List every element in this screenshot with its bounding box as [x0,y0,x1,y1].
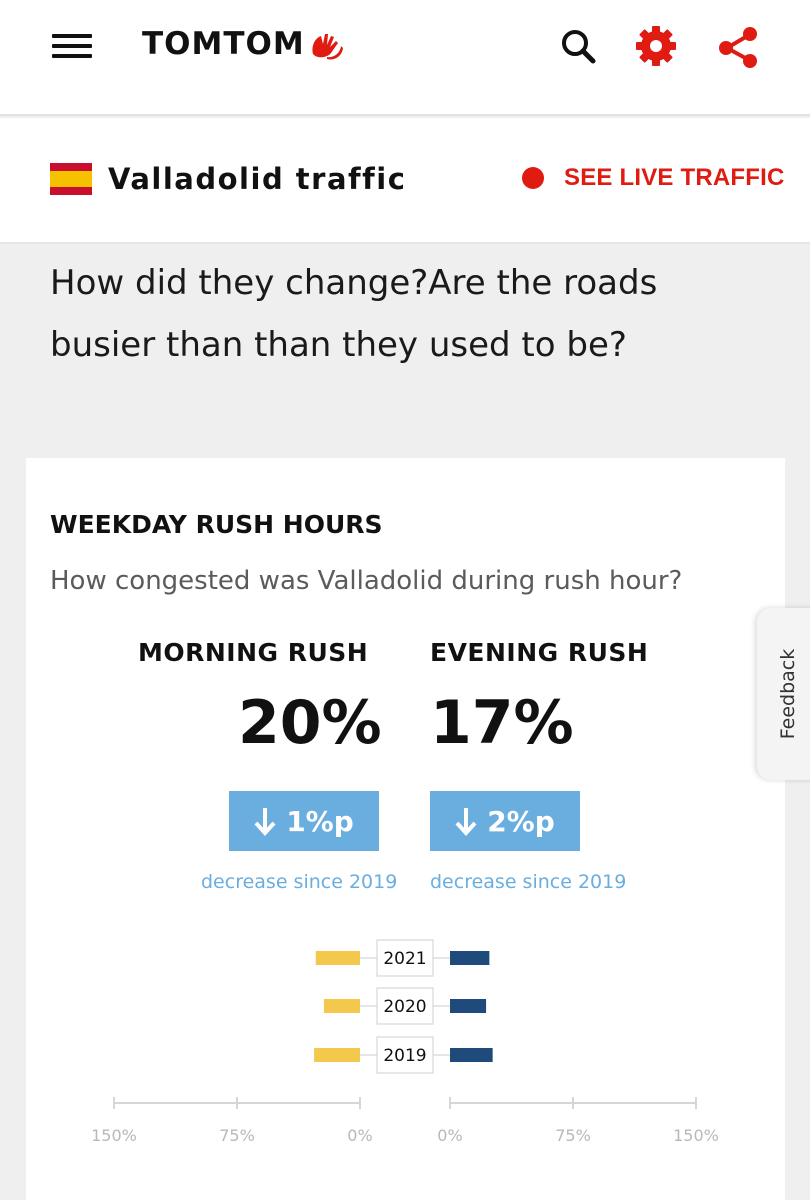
morning-change-badge: 1%p [229,791,379,851]
card-subtitle: How congested was Valladolid during rush… [50,566,683,596]
axis-tick-label: 75% [555,1126,591,1145]
search-icon[interactable] [556,24,600,68]
share-icon[interactable] [716,24,760,68]
tomtom-logo[interactable]: TOMTOM [142,24,347,64]
axis-tick-label: 0% [347,1126,372,1145]
evening-change-note: decrease since 2019 [430,871,627,893]
morning-bar [315,951,360,965]
evening-change-badge: 2%p [430,791,580,851]
top-header: TOMTOM [0,0,810,116]
evening-rush-label: EVENING RUSH [430,638,649,667]
evening-bar [450,999,487,1013]
spain-flag-icon [50,163,92,195]
axis-tick-label: 150% [673,1126,719,1145]
city-title: Valladolid traffic [108,162,407,196]
morning-rush-label: MORNING RUSH [138,638,369,667]
down-arrow-icon [254,808,276,836]
evening-bar [450,1048,493,1062]
morning-bar [314,1048,360,1062]
morning-change-value: 1%p [286,804,354,838]
gear-icon[interactable] [634,24,678,68]
see-live-traffic-link[interactable]: SEE LIVE TRAFFIC [522,163,785,193]
feedback-label: Feedback [777,648,799,740]
down-arrow-icon [455,808,477,836]
evening-rush-value: 17% [430,688,574,758]
feedback-tab[interactable]: Feedback [757,608,810,780]
axis-tick-label: 75% [219,1126,255,1145]
logo-text: TOMTOM [142,26,305,62]
axis-tick-label: 0% [437,1126,462,1145]
hamburger-menu-icon[interactable] [52,32,94,60]
morning-bar [323,999,360,1013]
axis-tick-label: 150% [91,1126,137,1145]
section-question: How did they change?Are the roads busier… [50,263,658,365]
tomtom-hands-icon [312,34,343,60]
evening-bar [450,951,490,965]
rush-comparison-chart: 2021 2020 2019 150% 75% 0% 0% 75% 150% [91,939,719,1145]
live-traffic-label: SEE LIVE TRAFFIC [564,164,785,191]
live-dot-icon [522,167,544,189]
morning-rush-value: 20% [238,688,382,758]
rush-hours-card: WEEKDAY RUSH HOURS How congested was Val… [26,458,785,1200]
card-title: WEEKDAY RUSH HOURS [50,510,383,539]
year-label: 2019 [383,1046,426,1066]
evening-change-value: 2%p [487,804,555,838]
year-label: 2021 [383,949,426,969]
year-label: 2020 [383,997,426,1017]
morning-change-note: decrease since 2019 [201,871,398,893]
